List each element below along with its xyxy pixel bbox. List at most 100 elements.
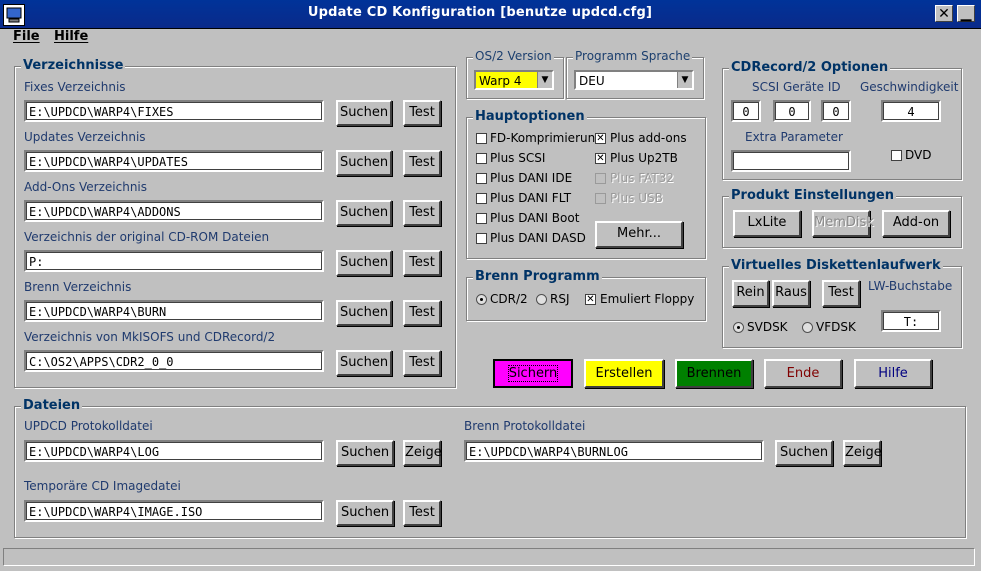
cdr2-radio[interactable] [476, 294, 487, 305]
scsi-lun-field[interactable]: 0 [821, 100, 851, 122]
close-icon[interactable]: ✕ [935, 5, 953, 22]
option-checkbox[interactable] [476, 153, 487, 164]
burn-log-field[interactable]: E:\UPDCD\WARP4\BURNLOG [464, 440, 764, 462]
dir-suchen-button[interactable]: Suchen [336, 200, 392, 226]
upd-log-zeige-button[interactable]: Zeige [403, 440, 442, 466]
burn-log-zeige-button[interactable]: Zeige [843, 440, 882, 466]
sprache-value: DEU [579, 74, 605, 88]
extra-parameter-field[interactable] [731, 150, 851, 172]
option-checkbox[interactable]: ✕ [595, 153, 606, 164]
dir-suchen-button[interactable]: Suchen [336, 300, 392, 326]
option-checkbox[interactable] [595, 173, 606, 184]
dir-suchen-button[interactable]: Suchen [336, 150, 392, 176]
upd-log-label: UPDCD Protokolldatei [24, 419, 153, 433]
rsj-label: RSJ [550, 292, 570, 306]
dir-label: Add-Ons Verzeichnis [24, 180, 148, 194]
option-checkbox[interactable] [476, 213, 487, 224]
option-label: Plus DANI DASD [490, 231, 586, 245]
dir-test-button[interactable]: Test [403, 150, 441, 176]
mehr-button[interactable]: Mehr... [595, 221, 683, 248]
virtuell-title: Virtuelles Diskettenlaufwerk [729, 258, 943, 273]
option-checkbox[interactable]: ✕ [595, 133, 606, 144]
raus-button[interactable]: Raus [772, 280, 810, 307]
os2-version-select[interactable]: Warp 4 ▼ [474, 70, 554, 90]
sichern-label: Sichern [507, 365, 559, 382]
dir-path-field[interactable]: C:\OS2\APPS\CDR2_0_0 [24, 350, 324, 372]
upd-log-field[interactable]: E:\UPDCD\WARP4\LOG [24, 440, 324, 462]
lw-buchstabe-label: LW-Buchstabe [868, 279, 953, 293]
rsj-radio[interactable] [536, 294, 547, 305]
sichern-button[interactable]: Sichern [493, 359, 573, 388]
dvd-checkbox[interactable] [891, 150, 902, 161]
dir-path-field[interactable]: P: [24, 250, 324, 272]
vfdsk-radio[interactable] [802, 322, 813, 333]
option-checkbox[interactable] [595, 193, 606, 204]
minimize-icon[interactable]: ▁ [957, 5, 975, 22]
emuliert-floppy-checkbox[interactable]: ✕ [585, 294, 596, 305]
cdrecord-title: CDRecord/2 Optionen [729, 60, 891, 75]
window-title: Update CD Konfiguration [benutze updcd.c… [307, 5, 653, 20]
brennen-button[interactable]: Brennen [675, 359, 753, 388]
option-label: Plus DANI FLT [490, 191, 572, 205]
cdr2-label: CDR/2 [490, 292, 528, 306]
option-checkbox[interactable] [476, 173, 487, 184]
burn-log-label: Brenn Protokolldatei [464, 419, 586, 433]
dir-path-field[interactable]: E:\UPDCD\WARP4\BURN [24, 300, 324, 322]
scsi-target-field[interactable]: 0 [773, 100, 811, 122]
dir-test-button[interactable]: Test [403, 350, 441, 376]
addon-button[interactable]: Add-on [882, 210, 950, 237]
option-label: FD-Komprimierun [490, 131, 596, 145]
option-label: Plus DANI Boot [490, 211, 580, 225]
os2-version-title: OS/2 Version [473, 49, 554, 63]
option-checkbox[interactable] [476, 193, 487, 204]
lxlite-button[interactable]: LxLite [733, 210, 801, 237]
dir-label: Fixes Verzeichnis [24, 80, 126, 94]
produkt-title: Produkt Einstellungen [729, 188, 896, 203]
menu-hilfe[interactable]: Hilfe [54, 29, 88, 44]
erstellen-button[interactable]: Erstellen [584, 359, 664, 388]
hilfe-button[interactable]: Hilfe [854, 359, 932, 388]
menu-bar: File Hilfe [0, 28, 981, 48]
memdisk-button[interactable]: MemDisk [812, 210, 874, 237]
dir-test-button[interactable]: Test [403, 250, 441, 276]
image-field[interactable]: E:\UPDCD\WARP4\IMAGE.ISO [24, 500, 324, 522]
svdsk-label: SVDSK [747, 320, 788, 334]
option-label: Plus SCSI [490, 151, 546, 165]
option-checkbox[interactable] [476, 233, 487, 244]
dir-suchen-button[interactable]: Suchen [336, 250, 392, 276]
dir-test-button[interactable]: Test [403, 300, 441, 326]
chevron-down-icon[interactable]: ▼ [677, 72, 692, 88]
dir-path-field[interactable]: E:\UPDCD\WARP4\ADDONS [24, 200, 324, 222]
dir-test-button[interactable]: Test [403, 100, 441, 126]
svdsk-radio[interactable] [733, 322, 744, 333]
rein-button[interactable]: Rein [732, 280, 769, 307]
option-label: Plus Up2TB [610, 151, 678, 165]
menu-file[interactable]: File [13, 29, 40, 44]
dir-path-field[interactable]: E:\UPDCD\WARP4\UPDATES [24, 150, 324, 172]
option-checkbox[interactable] [476, 133, 487, 144]
speed-label: Geschwindigkeit [860, 80, 959, 94]
dir-label: Brenn Verzeichnis [24, 280, 132, 294]
dir-test-button[interactable]: Test [403, 200, 441, 226]
virtuell-test-button[interactable]: Test [822, 280, 860, 307]
image-test-button[interactable]: Test [403, 500, 441, 526]
verzeichnisse-title: Verzeichnisse [21, 58, 126, 73]
lw-buchstabe-field[interactable]: T: [881, 310, 941, 332]
brenn-programm-title: Brenn Programm [473, 269, 602, 284]
extra-parameter-label: Extra Parameter [745, 130, 843, 144]
chevron-down-icon[interactable]: ▼ [537, 72, 552, 88]
speed-field[interactable]: 4 [881, 100, 941, 122]
upd-log-suchen-button[interactable]: Suchen [336, 440, 394, 466]
dir-suchen-button[interactable]: Suchen [336, 350, 392, 376]
dir-suchen-button[interactable]: Suchen [336, 100, 392, 126]
dir-path-field[interactable]: E:\UPDCD\WARP4\FIXES [24, 100, 324, 122]
sprache-select[interactable]: DEU ▼ [574, 70, 694, 90]
option-label: Plus FAT32 [610, 171, 674, 185]
option-label: Plus USB [610, 191, 663, 205]
image-suchen-button[interactable]: Suchen [336, 500, 394, 526]
scsi-bus-field[interactable]: 0 [731, 100, 761, 122]
title-bar[interactable]: Update CD Konfiguration [benutze updcd.c… [0, 0, 981, 29]
vfdsk-label: VFDSK [816, 320, 856, 334]
ende-button[interactable]: Ende [764, 359, 842, 388]
burn-log-suchen-button[interactable]: Suchen [775, 440, 833, 466]
